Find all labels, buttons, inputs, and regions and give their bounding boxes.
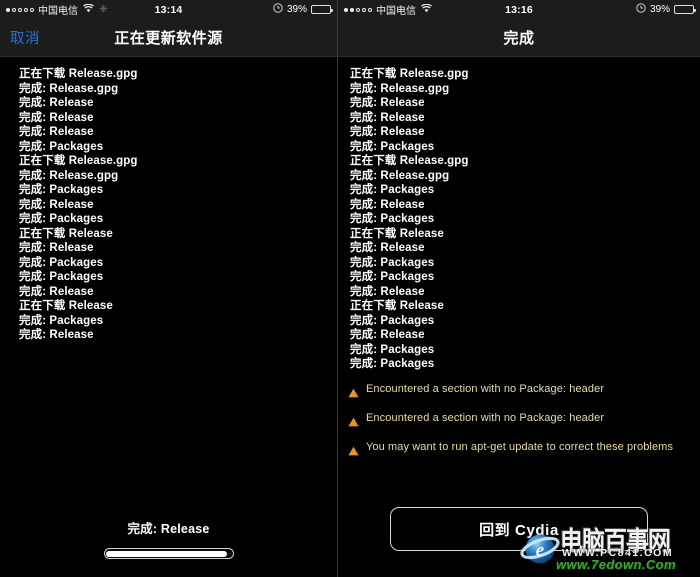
log-line: 完成: Release.gpg <box>19 82 119 95</box>
warning-text: Encountered a section with no Package: h… <box>366 382 605 395</box>
log-line: 完成: Release <box>350 97 425 109</box>
right-page-title: 完成 <box>503 30 535 47</box>
right-nav-bar: 完成 <box>338 19 700 57</box>
progress-bar-fill <box>106 550 228 557</box>
warning-row: Encountered a section with no Package: h… <box>338 412 700 432</box>
battery-icon <box>674 5 696 14</box>
wifi-icon <box>421 3 432 16</box>
left-log-output[interactable]: 正在下载 Release.gpg 完成: Release.gpg 完成: Relea… <box>0 57 337 518</box>
right-status-bar-left: 中国电信 <box>344 2 432 17</box>
right-footer: 回到 Cydia <box>338 507 700 577</box>
warning-list: Encountered a section with no Package: h… <box>338 383 700 461</box>
location-services-icon <box>99 4 108 16</box>
left-phone-screen: 中国电信 13:14 39% 取消 正在更新软件源 正在下载 Release.g… <box>0 0 337 577</box>
warning-triangle-icon <box>348 414 359 432</box>
log-line: 正在下载 Release <box>350 227 444 240</box>
warning-row: Encountered a section with no Package: h… <box>338 383 700 403</box>
log-line: 正在下载 Release <box>350 300 444 312</box>
cancel-button[interactable]: 取消 <box>10 27 40 48</box>
log-line: 完成: Packages <box>19 314 104 327</box>
log-line: 完成: Packages <box>350 314 435 327</box>
carrier-label: 中国电信 <box>38 6 78 17</box>
log-line: 正在下载 Release <box>19 227 113 240</box>
right-status-bar: 中国电信 13:16 39% <box>338 0 700 19</box>
log-line: 完成: Release <box>350 329 425 341</box>
right-log-output[interactable]: 正在下载 Release.gpg 完成: Release.gpg 完成: Relea… <box>338 57 700 507</box>
alarm-clock-icon <box>636 3 646 16</box>
left-nav-bar: 取消 正在更新软件源 <box>0 19 337 57</box>
log-line: 正在下载 Release.gpg <box>19 155 138 167</box>
wifi-icon <box>83 3 94 16</box>
log-line: 完成: Packages <box>350 140 435 153</box>
alarm-clock-icon <box>273 3 283 16</box>
left-status-bar: 中国电信 13:14 39% <box>0 0 337 19</box>
left-status-bar-left: 中国电信 <box>6 2 108 17</box>
log-line: 完成: Release <box>350 285 425 298</box>
log-line: 完成: Packages <box>350 184 435 196</box>
carrier-label: 中国电信 <box>376 6 416 17</box>
progress-bar <box>103 548 234 559</box>
warning-triangle-icon <box>348 443 359 461</box>
log-line: 完成: Release <box>350 242 425 254</box>
warning-triangle-icon <box>348 385 359 403</box>
progress-status-label: 完成: Release <box>127 522 210 536</box>
signal-strength-icon <box>6 7 34 12</box>
log-line: 完成: Release <box>19 97 94 109</box>
warning-row: You may want to run apt-get update to co… <box>338 441 700 461</box>
log-line: 完成: Release <box>19 126 94 138</box>
log-line: 完成: Packages <box>350 343 435 356</box>
log-line: 正在下载 Release <box>19 300 113 312</box>
log-line: 完成: Release <box>19 198 94 211</box>
left-page-title: 正在更新软件源 <box>114 30 223 47</box>
log-line: 完成: Release.gpg <box>19 169 119 182</box>
log-line: 完成: Packages <box>19 140 104 153</box>
log-line: 完成: Release <box>350 111 425 124</box>
log-line: 完成: Release <box>19 242 94 254</box>
log-line: 完成: Release <box>19 111 94 124</box>
right-phone-screen: 中国电信 13:16 39% 完成 正在下载 Release.gpg 完成: Re… <box>338 0 700 577</box>
warning-text: Encountered a section with no Package: h… <box>366 411 605 424</box>
log-line: 正在下载 Release.gpg <box>19 68 138 80</box>
log-line: 完成: Release.gpg <box>350 82 450 95</box>
left-status-bar-right: 39% <box>273 3 333 16</box>
log-line: 完成: Packages <box>19 271 104 283</box>
log-line: 完成: Packages <box>19 213 104 225</box>
log-line: 完成: Packages <box>350 256 435 269</box>
log-line: 完成: Packages <box>19 256 104 269</box>
battery-icon <box>311 5 333 14</box>
log-line: 完成: Packages <box>350 358 435 370</box>
log-line: 正在下载 Release.gpg <box>350 155 469 167</box>
left-footer: 完成: Release <box>0 518 337 577</box>
battery-percent-label: 39% <box>649 4 670 15</box>
dual-screenshot-container: 中国电信 13:14 39% 取消 正在更新软件源 正在下载 Release.g… <box>0 0 700 577</box>
log-line: 正在下载 Release.gpg <box>350 68 469 80</box>
signal-strength-icon <box>344 7 372 12</box>
return-to-cydia-button[interactable]: 回到 Cydia <box>390 507 648 551</box>
log-line: 完成: Packages <box>350 271 435 283</box>
log-line: 完成: Release <box>350 198 425 211</box>
right-status-bar-right: 39% <box>636 3 696 16</box>
log-line: 完成: Release <box>19 329 94 341</box>
battery-percent-label: 39% <box>286 4 307 15</box>
log-line: 完成: Release <box>350 126 425 138</box>
log-line: 完成: Release <box>19 285 94 298</box>
log-line: 完成: Packages <box>19 184 104 196</box>
warning-text: You may want to run apt-get update to co… <box>366 440 674 453</box>
log-line: 完成: Release.gpg <box>350 169 450 182</box>
log-line: 完成: Packages <box>350 213 435 225</box>
